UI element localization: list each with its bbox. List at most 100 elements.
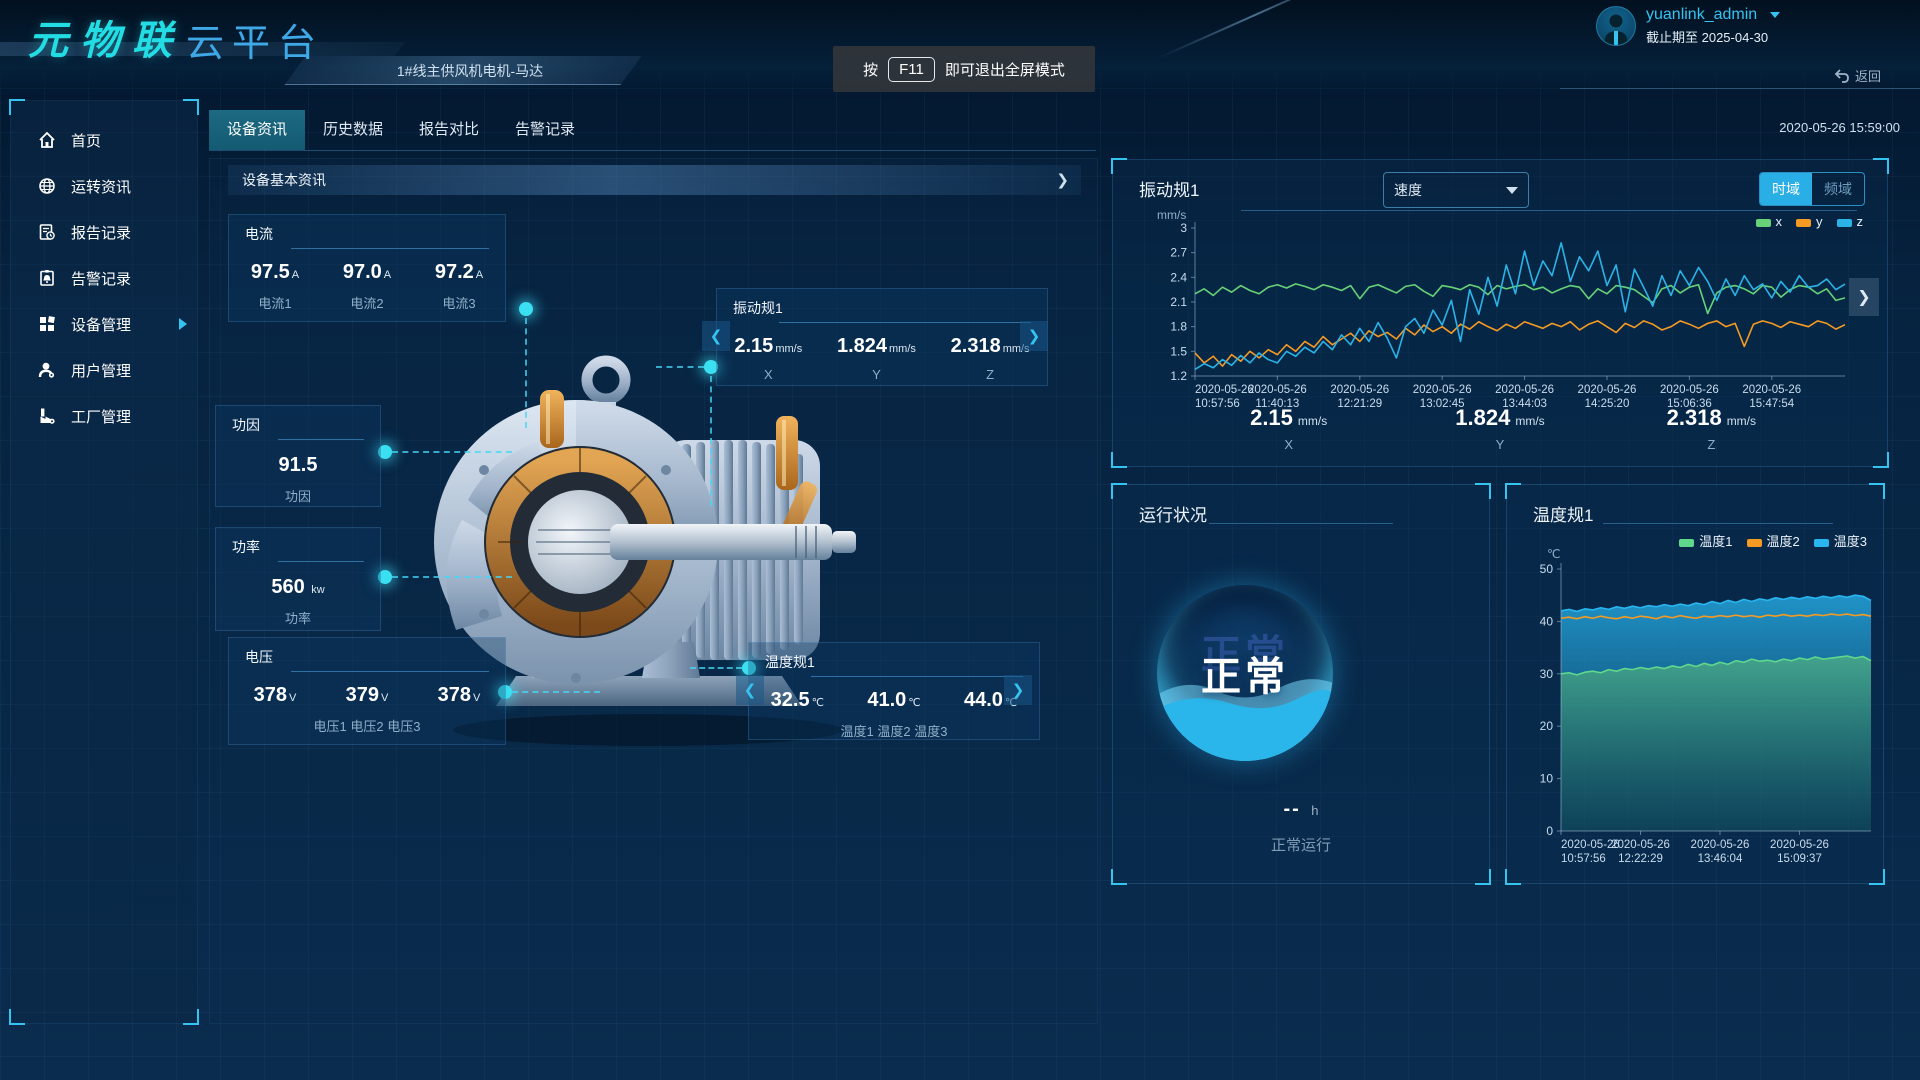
running-hours-value: -- — [1283, 798, 1300, 820]
svg-text:2020-05-2613:46:04: 2020-05-2613:46:04 — [1691, 839, 1750, 865]
tab-2[interactable]: 历史数据 — [305, 110, 401, 150]
header-swoosh-line — [1159, 0, 1352, 59]
fullscreen-toast: 按 F11 即可退出全屏模式 — [833, 46, 1095, 92]
svg-text:50: 50 — [1540, 562, 1554, 576]
svg-text:1.8: 1.8 — [1170, 320, 1187, 334]
sidebar-item-label: 告警记录 — [71, 268, 131, 289]
sidebar-item-3[interactable]: 报告记录 — [11, 209, 197, 255]
username[interactable]: yuanlink_admin — [1646, 6, 1757, 23]
power-factor-callout: 功因 91.5 功因 — [215, 405, 381, 507]
status-caption: 正常运行 — [1113, 834, 1489, 855]
dropdown-value: 速度 — [1394, 180, 1422, 200]
vibration-value-1: 2.15mm/sX — [734, 335, 802, 382]
power-unit: kw — [311, 584, 324, 596]
temperature-prev-button[interactable]: ❮ — [736, 675, 764, 705]
sidebar-item-label: 用户管理 — [71, 360, 131, 381]
power-factor-value: 91.5 — [279, 454, 318, 476]
toggle-频域[interactable]: 频域 — [1812, 173, 1864, 205]
sidebar-item-label: 报告记录 — [71, 222, 131, 243]
chevron-down-icon[interactable] — [1770, 12, 1780, 18]
factory-icon — [37, 406, 57, 426]
vibration-prev-button[interactable]: ❮ — [702, 321, 730, 351]
fullscreen-tip-prefix: 按 — [863, 59, 878, 80]
domain-toggle: 时域频域 — [1759, 172, 1865, 206]
sidebar: 首页运转资讯报告记录告警记录设备管理用户管理工厂管理 — [10, 100, 198, 1024]
running-hours: -- h — [1113, 798, 1489, 821]
sidebar-item-2[interactable]: 运转资讯 — [11, 163, 197, 209]
voltage-value-3: 378V — [438, 684, 481, 707]
voltage-title: 电压 — [229, 638, 505, 667]
svg-text:3: 3 — [1180, 221, 1187, 235]
running-hours-unit: h — [1311, 803, 1318, 818]
sidebar-item-7[interactable]: 工厂管理 — [11, 393, 197, 439]
legend-item[interactable]: 温度2 — [1747, 531, 1800, 550]
device-section-header: 设备基本资讯 ❯ — [228, 165, 1081, 195]
svg-text:10: 10 — [1540, 772, 1554, 786]
chevron-right-icon[interactable]: ❯ — [1056, 171, 1081, 189]
temperature-panel-title: 温度规1 — [1533, 501, 1593, 526]
svg-text:40: 40 — [1540, 614, 1554, 628]
sidebar-item-label: 首页 — [71, 130, 101, 151]
vibration-footer-X: 2.15mm/sX — [1183, 405, 1394, 452]
sidebar-item-6[interactable]: 用户管理 — [11, 347, 197, 393]
temperature-labels: 温度1 温度2 温度3 — [749, 721, 1039, 740]
sidebar-item-4[interactable]: 告警记录 — [11, 255, 197, 301]
connector-dot-current — [519, 302, 533, 316]
svg-text:20: 20 — [1540, 719, 1554, 733]
current-callout: 电流 97.5A电流197.0A电流297.2A电流3 — [228, 214, 506, 322]
user-meta: yuanlink_admin 截止期至 2025-04-30 — [1646, 6, 1780, 46]
avatar — [1596, 6, 1636, 46]
connector-line-vibration-h — [656, 366, 704, 368]
power-label: 功率 — [216, 608, 380, 627]
sidebar-item-label: 运转资讯 — [71, 176, 131, 197]
undo-arrow-icon — [1834, 69, 1850, 83]
current-datetime: 2020-05-26 15:59:00 — [1740, 120, 1900, 135]
legend-item[interactable]: 温度3 — [1814, 531, 1867, 550]
power-title: 功率 — [216, 528, 380, 557]
connector-line-power — [392, 576, 512, 578]
temperature-value-2: 41.0℃ — [867, 689, 920, 712]
avatar-person-icon — [1597, 7, 1635, 45]
svg-text:2020-05-2615:09:37: 2020-05-2615:09:37 — [1770, 839, 1829, 865]
alarm-icon — [37, 268, 57, 288]
vibration-value-2: 1.824mm/sY — [837, 335, 916, 382]
toggle-时域[interactable]: 时域 — [1760, 173, 1812, 205]
svg-text:1.5: 1.5 — [1170, 344, 1187, 358]
license-expiry: 截止期至 2025-04-30 — [1646, 27, 1780, 46]
devices-icon — [37, 314, 57, 334]
current-value-3: 97.2A电流3 — [435, 261, 483, 312]
tab-1[interactable]: 设备资讯 — [209, 110, 305, 150]
power-factor-label: 功因 — [216, 486, 380, 505]
voltage-value-2: 379V — [346, 684, 389, 707]
tab-4[interactable]: 告警记录 — [497, 110, 593, 150]
measurement-type-dropdown[interactable]: 速度 — [1383, 172, 1529, 208]
vibration-footer-Y: 1.824mm/sY — [1394, 405, 1605, 452]
svg-text:2.4: 2.4 — [1170, 270, 1187, 284]
status-panel: 运行状况 正常 正常 -- h 正常运行 — [1112, 484, 1490, 884]
tab-3[interactable]: 报告对比 — [401, 110, 497, 150]
svg-text:1.2: 1.2 — [1170, 369, 1187, 383]
vibration-footer-Z: 2.318mm/sZ — [1606, 405, 1817, 452]
temperature-callout-title: 温度规1 — [749, 643, 1039, 672]
back-button[interactable]: 返回 — [1834, 66, 1881, 85]
vibration-panel: 振动规1 速度 时域频域 xyz mm/s 1.21.51.82.12.42.7… — [1112, 159, 1888, 467]
temperature-callout: 温度规1 32.5℃41.0℃44.0℃ 温度1 温度2 温度3 — [748, 642, 1040, 740]
temperature-legend: 温度1 温度2 温度3 — [1679, 531, 1867, 550]
status-panel-title: 运行状况 — [1139, 501, 1207, 526]
tab-bar: 设备资讯历史数据报告对比告警记录 — [209, 110, 1096, 151]
temperature-value-1: 32.5℃ — [771, 689, 824, 712]
vibration-next-button[interactable]: ❯ — [1020, 321, 1048, 351]
f11-key-badge: F11 — [888, 57, 935, 82]
device-section-title: 设备基本资讯 — [228, 170, 1056, 190]
user-block[interactable]: yuanlink_admin 截止期至 2025-04-30 — [1596, 6, 1780, 46]
legend-item[interactable]: 温度1 — [1679, 531, 1732, 550]
temperature-next-button[interactable]: ❯ — [1004, 675, 1032, 705]
vibration-panel-next-button[interactable]: ❯ — [1849, 278, 1879, 316]
user-icon — [37, 360, 57, 380]
svg-text:0: 0 — [1546, 824, 1553, 838]
sidebar-item-5[interactable]: 设备管理 — [11, 301, 197, 347]
power-value: 560 — [271, 576, 304, 598]
status-indicator: 正常 正常 — [1157, 585, 1333, 761]
sidebar-item-1[interactable]: 首页 — [11, 117, 197, 163]
current-value-1: 97.5A电流1 — [251, 261, 299, 312]
